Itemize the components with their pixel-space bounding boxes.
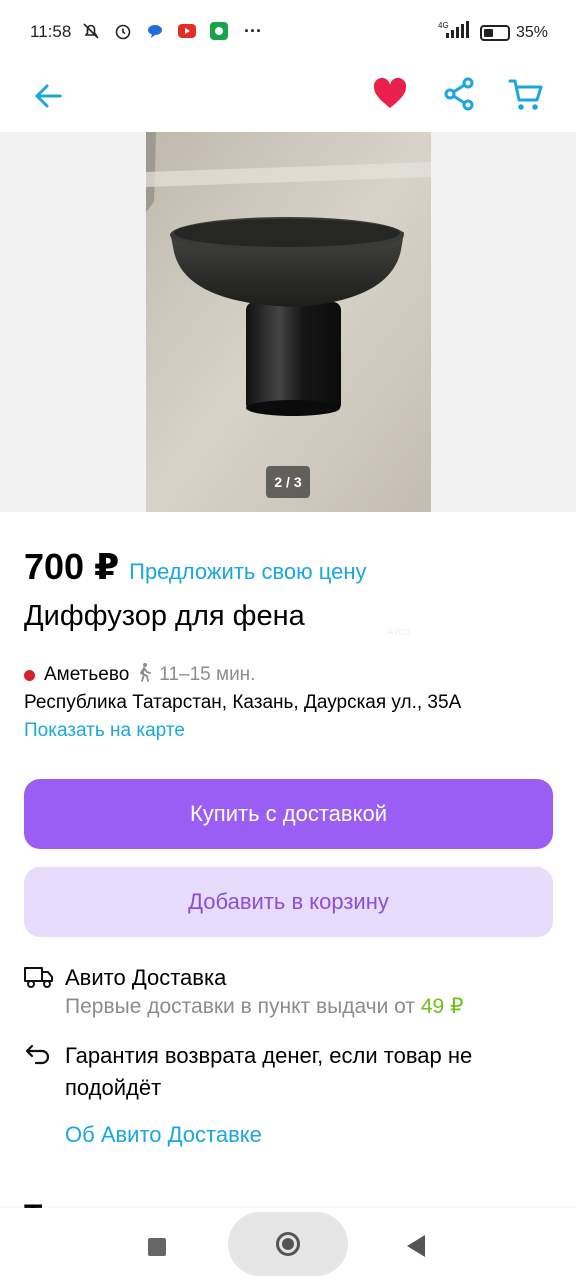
buy-with-delivery-button[interactable]: Купить с доставкой	[24, 779, 553, 849]
app-bar	[0, 64, 576, 132]
bank-app-icon	[208, 20, 230, 42]
signal-icon: 4G	[436, 20, 470, 45]
youtube-app-icon	[176, 20, 198, 42]
delivery-subtitle: Первые доставки в пункт выдачи от 49 ₽	[65, 994, 463, 1019]
metro-line-icon	[24, 669, 35, 681]
walk-time: 11–15 мин.	[159, 664, 256, 685]
about-avito-delivery-link[interactable]: Об Авито Доставке	[65, 1122, 262, 1148]
muted-bell-icon	[80, 20, 102, 42]
add-to-cart-button[interactable]: Добавить в корзину	[24, 867, 553, 937]
heart-icon[interactable]	[370, 74, 410, 114]
cart-icon[interactable]	[506, 74, 546, 114]
network-type: 4G	[438, 21, 449, 30]
guarantee-text: Гарантия возврата денег, если товар не п…	[65, 1043, 473, 1100]
battery-indicator: 35%	[479, 23, 548, 42]
system-navigation-bar	[0, 1208, 576, 1280]
alarm-icon	[112, 20, 134, 42]
home-button[interactable]	[228, 1212, 348, 1276]
truck-icon	[24, 964, 54, 990]
metro-location: Аметьево 11–15 мин.	[24, 662, 255, 688]
status-time: 11:58	[30, 22, 72, 41]
listing-title: Диффузор для фена	[24, 600, 305, 632]
delivery-subtitle-text: Первые доставки в пункт выдачи от	[65, 995, 416, 1018]
status-right: 4G 35%	[436, 20, 548, 45]
back-triangle-icon[interactable]	[407, 1235, 425, 1257]
price: 700 ₽	[24, 546, 120, 587]
show-on-map-link[interactable]: Показать на карте	[24, 720, 185, 742]
metro-station: Аметьево	[44, 664, 130, 685]
avito-watermark: Avito	[386, 626, 411, 638]
address: Республика Татарстан, Казань, Даурская у…	[24, 692, 462, 713]
battery-icon	[479, 24, 510, 41]
delivery-price: 49 ₽	[420, 995, 464, 1018]
product-photo[interactable]	[146, 132, 431, 512]
battery-percent: 35%	[515, 23, 548, 41]
arrow-left-icon[interactable]	[30, 78, 66, 114]
share-icon[interactable]	[440, 74, 480, 114]
delivery-title: Авито Доставка	[65, 965, 227, 990]
status-bar: 11:58 ··· 4G 35%	[0, 0, 576, 64]
recent-apps-icon[interactable]	[148, 1238, 166, 1256]
return-arrow-icon	[24, 1042, 54, 1068]
photo-gallery[interactable]: Avito	[0, 132, 576, 638]
photo-counter-badge: 2 / 3	[266, 466, 310, 498]
more-notifications-icon: ···	[244, 20, 262, 41]
notification-icons: ···	[80, 20, 262, 42]
price-row: 700 ₽ Предложить свою цену	[24, 546, 367, 588]
messages-app-icon	[144, 20, 166, 42]
walking-icon	[135, 662, 153, 688]
offer-price-link[interactable]: Предложить свою цену	[129, 559, 366, 585]
